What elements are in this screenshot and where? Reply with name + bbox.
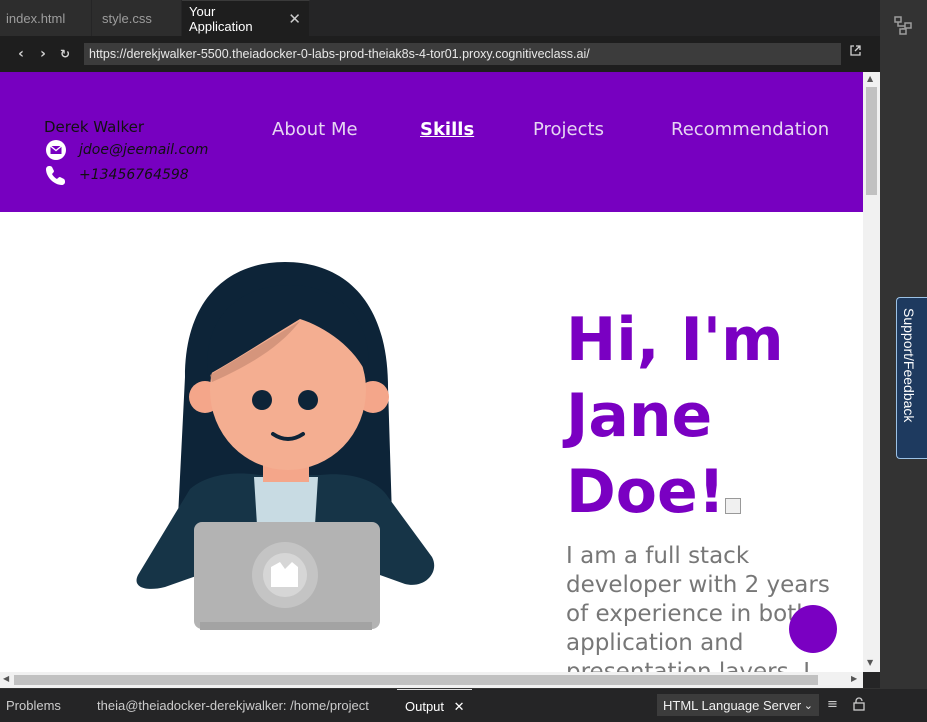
scroll-thumb[interactable] — [14, 675, 818, 685]
chevron-down-icon: ⌄ — [803, 700, 813, 712]
tab-problems[interactable]: Problems — [6, 689, 61, 722]
support-feedback-tab[interactable]: Support/Feedback — [896, 297, 927, 459]
editor-tab-bar: index.html style.css Your Application ✕ — [0, 0, 880, 36]
email-row: jdoe@jeemail.com — [44, 138, 208, 162]
tab-label: Output — [405, 699, 445, 714]
web-preview: Derek Walker jdoe@jeemail.com +134567645… — [0, 72, 863, 672]
tab-terminal[interactable]: theia@theiadocker-derekjwalker: /home/pr… — [97, 689, 369, 722]
preview-toolbar: ‹ › ↻ https://derekjwalker-5500.theiadoc… — [0, 36, 880, 72]
author-name: Derek Walker — [44, 118, 145, 136]
close-icon[interactable]: ✕ — [288, 10, 301, 28]
ide-window: index.html style.css Your Application ✕ … — [0, 0, 927, 722]
tab-your-application[interactable]: Your Application ✕ — [182, 0, 310, 36]
scroll-down-icon[interactable]: ▼ — [867, 658, 873, 667]
lock-icon[interactable] — [853, 697, 865, 715]
nav-projects[interactable]: Projects — [533, 119, 604, 140]
horizontal-scrollbar[interactable]: ◀ ▶ — [0, 672, 863, 688]
vertical-scrollbar[interactable]: ▲ ▼ — [863, 72, 880, 672]
output-channel-value: HTML Language Server — [663, 698, 802, 713]
email-icon — [44, 138, 68, 162]
tab-label: index.html — [6, 10, 66, 26]
reload-icon[interactable]: ↻ — [54, 47, 76, 61]
phone-text[interactable]: +13456764598 — [79, 167, 189, 183]
url-field[interactable]: https://derekjwalker-5500.theiadocker-0-… — [84, 43, 841, 65]
broken-image-icon — [725, 498, 741, 514]
phone-row: +13456764598 — [44, 163, 189, 187]
site-header: Derek Walker jdoe@jeemail.com +134567645… — [0, 72, 863, 212]
tab-label: style.css — [102, 10, 152, 26]
nav-recommendation[interactable]: Recommendation — [671, 119, 829, 140]
open-external-icon[interactable] — [850, 45, 861, 59]
output-channel-select[interactable]: HTML Language Server ⌄ — [657, 694, 819, 716]
close-icon[interactable]: ✕ — [454, 699, 465, 714]
bottom-panel: Problems theia@theiadocker-derekjwalker:… — [0, 688, 927, 722]
scroll-thumb[interactable] — [866, 87, 877, 195]
hero-title: Hi, I'm Jane Doe! — [566, 305, 784, 527]
email-text[interactable]: jdoe@jeemail.com — [79, 142, 208, 158]
nav-about-me[interactable]: About Me — [272, 119, 358, 140]
phone-icon — [44, 163, 68, 187]
nav-skills[interactable]: Skills — [420, 119, 474, 140]
floating-action-button[interactable] — [789, 605, 837, 653]
tab-label: Your Application — [189, 3, 253, 34]
scroll-right-icon[interactable]: ▶ — [851, 674, 857, 683]
tab-output[interactable]: Output ✕ — [397, 689, 472, 722]
tab-style-css[interactable]: style.css — [92, 0, 182, 36]
back-icon[interactable]: ‹ — [10, 46, 32, 62]
clear-output-icon[interactable]: ≡ — [827, 697, 838, 712]
right-activity-bar: Support/Feedback — [880, 0, 927, 688]
forward-icon[interactable]: › — [32, 46, 54, 62]
tab-index-html[interactable]: index.html — [0, 0, 92, 36]
support-feedback-label: Support/Feedback — [901, 308, 917, 423]
scroll-up-icon[interactable]: ▲ — [867, 74, 873, 83]
developer-illustration — [136, 262, 435, 630]
scroll-left-icon[interactable]: ◀ — [3, 674, 9, 683]
outline-icon[interactable] — [892, 14, 914, 40]
